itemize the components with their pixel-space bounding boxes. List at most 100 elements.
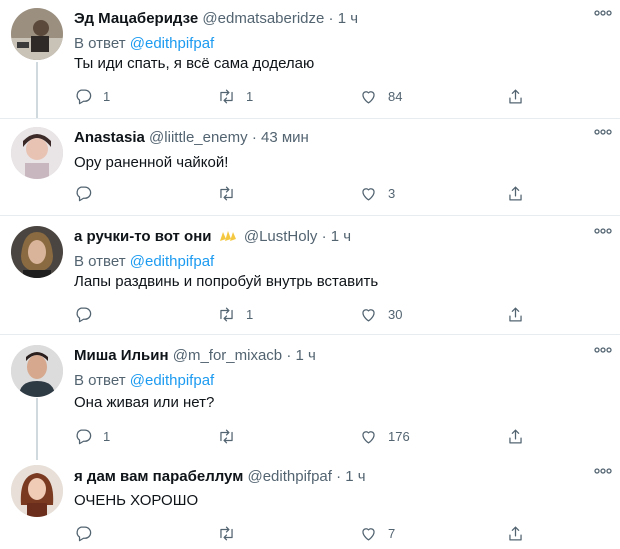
retweet-count: 1 — [246, 88, 254, 104]
tweet[interactable]: Эд Мацаберидзе @edmatsaberidze · 1 ч В о… — [0, 0, 620, 118]
reply-context: В ответ @edithpifpaf — [74, 372, 214, 390]
display-name[interactable]: Anastasia — [74, 129, 145, 146]
like-count: 176 — [388, 428, 410, 444]
like-count: 84 — [388, 88, 403, 104]
like-button[interactable]: 30 — [359, 303, 402, 325]
share-icon — [506, 305, 525, 324]
tweet[interactable]: я дам вам парабеллум @edithpifpaf · 1 ч … — [0, 460, 620, 549]
tweet-text: ОЧЕНЬ ХОРОШО — [74, 492, 199, 509]
tweet-header: Миша Ильин @m_for_mixacb · 1 ч — [74, 347, 316, 365]
display-name[interactable]: я дам вам парабеллум — [74, 468, 243, 485]
avatar[interactable] — [11, 226, 63, 278]
reply-button[interactable]: 1 — [74, 85, 110, 107]
tweet-text: Она живая или нет? — [74, 394, 215, 411]
reply-icon — [74, 305, 93, 324]
retweet-button[interactable] — [217, 182, 246, 204]
display-name[interactable]: а ручки-то вот они — [74, 228, 212, 245]
retweet-icon — [217, 305, 236, 324]
separator-dot: · — [328, 10, 334, 27]
more-icon[interactable] — [594, 129, 612, 135]
tweet-text: Ору раненной чайкой! — [74, 154, 229, 171]
retweet-icon — [217, 87, 236, 106]
reply-button[interactable]: 1 — [74, 425, 110, 447]
like-button[interactable]: 176 — [359, 425, 410, 447]
share-icon — [506, 427, 525, 446]
reply-mention-link[interactable]: @edithpifpaf — [130, 372, 214, 389]
like-button[interactable]: 7 — [359, 522, 395, 544]
share-button[interactable] — [506, 425, 525, 447]
timestamp[interactable]: 43 мин — [261, 129, 309, 146]
share-icon — [506, 524, 525, 543]
display-name[interactable]: Эд Мацаберидзе — [74, 10, 198, 27]
user-handle[interactable]: @LustHoly — [244, 228, 318, 245]
reply-icon — [74, 184, 93, 203]
share-button[interactable] — [506, 182, 525, 204]
avatar[interactable] — [11, 345, 63, 397]
reply-count: 1 — [103, 88, 111, 104]
like-button[interactable]: 3 — [359, 182, 395, 204]
user-handle[interactable]: @liittle_enemy — [149, 129, 248, 146]
reply-button[interactable] — [74, 182, 103, 204]
timestamp[interactable]: 1 ч — [345, 468, 365, 485]
more-icon[interactable] — [594, 347, 612, 353]
reply-icon — [74, 524, 93, 543]
separator-dot: · — [286, 347, 292, 364]
reply-button[interactable] — [74, 522, 103, 544]
tweet-header: Эд Мацаберидзе @edmatsaberidze · 1 ч — [74, 10, 358, 28]
heart-icon — [359, 184, 378, 203]
retweet-icon — [217, 427, 236, 446]
display-name[interactable]: Миша Ильин — [74, 347, 169, 364]
user-handle[interactable]: @edithpifpaf — [247, 468, 331, 485]
reply-icon — [74, 427, 93, 446]
separator-dot: · — [321, 228, 327, 245]
retweet-button[interactable]: 1 — [217, 303, 253, 325]
reply-mention-link[interactable]: @edithpifpaf — [130, 253, 214, 270]
more-icon[interactable] — [594, 10, 612, 16]
tweet[interactable]: а ручки-то вот они @LustHoly · 1 ч В отв… — [0, 216, 620, 334]
timestamp[interactable]: 1 ч — [338, 10, 358, 27]
tweet-actions: 1 30 — [74, 303, 554, 325]
retweet-count: 1 — [246, 306, 254, 322]
avatar[interactable] — [11, 127, 63, 179]
share-button[interactable] — [506, 522, 525, 544]
share-button[interactable] — [506, 85, 525, 107]
avatar[interactable] — [11, 465, 63, 517]
retweet-button[interactable] — [217, 425, 246, 447]
reply-prefix: В ответ — [74, 372, 126, 389]
timestamp[interactable]: 1 ч — [331, 228, 351, 245]
tweet-actions: 3 — [74, 182, 554, 204]
tweet-text: Лапы раздвинь и попробуй внутрь вставить — [74, 273, 379, 290]
reply-prefix: В ответ — [74, 253, 126, 270]
reply-context: В ответ @edithpifpaf — [74, 35, 214, 53]
retweet-button[interactable]: 1 — [217, 85, 253, 107]
share-icon — [506, 87, 525, 106]
reply-count: 1 — [103, 428, 111, 444]
avatar[interactable] — [11, 8, 63, 60]
reply-button[interactable] — [74, 303, 103, 325]
more-icon[interactable] — [594, 228, 612, 234]
reply-prefix: В ответ — [74, 35, 126, 52]
reply-mention-link[interactable]: @edithpifpaf — [130, 35, 214, 52]
retweet-button[interactable] — [217, 522, 246, 544]
user-handle[interactable]: @m_for_mixacb — [173, 347, 282, 364]
heart-icon — [359, 427, 378, 446]
share-icon — [506, 184, 525, 203]
like-count: 7 — [388, 525, 396, 541]
tweet-actions: 1 1 84 — [74, 85, 554, 107]
separator-dot: · — [336, 468, 342, 485]
retweet-icon — [217, 184, 236, 203]
like-button[interactable]: 84 — [359, 85, 402, 107]
tweet-header: я дам вам парабеллум @edithpifpaf · 1 ч — [74, 468, 366, 486]
tweet-actions: 7 — [74, 522, 554, 544]
more-icon[interactable] — [594, 468, 612, 474]
tweet[interactable]: Миша Ильин @m_for_mixacb · 1 ч В ответ @… — [0, 335, 620, 460]
reply-icon — [74, 87, 93, 106]
tweet-actions: 1 176 — [74, 425, 554, 447]
timestamp[interactable]: 1 ч — [296, 347, 316, 364]
like-count: 30 — [388, 306, 403, 322]
tweet[interactable]: Anastasia @liittle_enemy · 43 мин Ору ра… — [0, 119, 620, 215]
user-handle[interactable]: @edmatsaberidze — [202, 10, 324, 27]
share-button[interactable] — [506, 303, 525, 325]
reply-context: В ответ @edithpifpaf — [74, 253, 214, 271]
tweet-text: Ты иди спать, я всё сама доделаю — [74, 55, 315, 72]
